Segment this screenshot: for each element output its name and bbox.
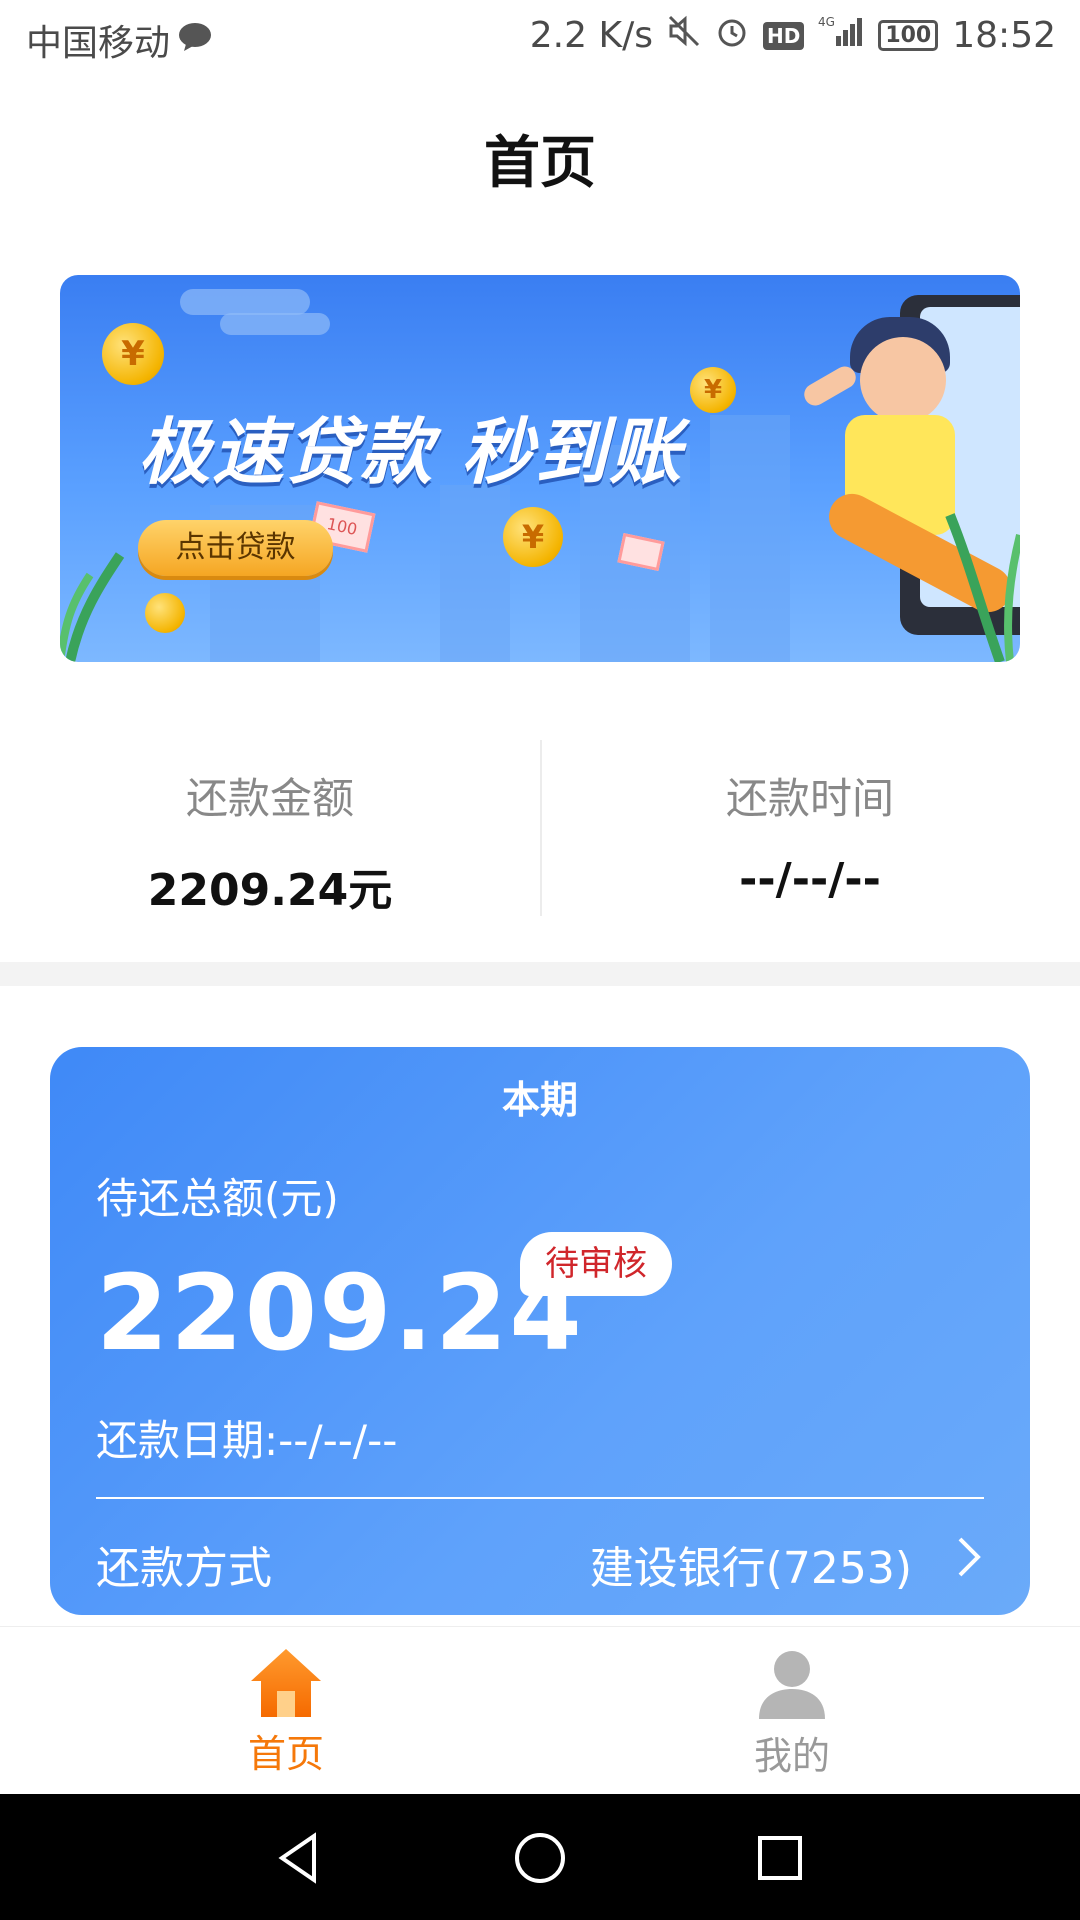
- mute-icon: [667, 14, 701, 57]
- amount-label: 还款金额: [185, 774, 354, 823]
- coin-icon: ¥: [690, 367, 736, 413]
- user-icon: [755, 1647, 829, 1721]
- chat-notification-icon: [178, 20, 212, 61]
- time-summary: 还款时间 --/--/--: [540, 735, 1080, 905]
- home-circle-icon[interactable]: [512, 1830, 568, 1886]
- tab-home-label: 首页: [247, 1732, 324, 1776]
- summary-divider: [540, 740, 542, 916]
- current-period-card: 本期 待还总额(元) 2209.24 待审核 还款日期:--/--/-- 还款方…: [50, 1047, 1030, 1615]
- time-label: 还款时间: [725, 774, 894, 823]
- leaf-icon: [945, 513, 1020, 662]
- leaf-icon: [60, 552, 125, 662]
- time-value: --/--/--: [739, 854, 881, 905]
- pending-total-amount: 2209.24: [96, 1252, 584, 1374]
- amount-summary: 还款金额 2209.24元: [0, 735, 540, 918]
- status-left: 中国移动: [26, 14, 212, 66]
- home-icon: [249, 1645, 323, 1719]
- signal-icon: 4G: [818, 14, 864, 57]
- coin-icon: [145, 593, 185, 633]
- status-badge: 待审核: [520, 1232, 672, 1296]
- coin-icon: ¥: [102, 323, 164, 385]
- chevron-right-icon: [954, 1535, 984, 1591]
- tab-mine-label: 我的: [753, 1734, 830, 1778]
- repayment-method-label: 还款方式: [96, 1543, 272, 1594]
- section-divider: [0, 962, 1080, 986]
- status-right: 2.2 K/s HD 4G 100 18:52: [530, 14, 1056, 57]
- back-icon[interactable]: [272, 1830, 328, 1886]
- hd-icon: HD: [762, 21, 805, 50]
- page-title: 首页: [484, 131, 596, 196]
- due-date: 还款日期:--/--/--: [96, 1416, 398, 1465]
- apply-loan-button[interactable]: 点击贷款: [138, 520, 333, 576]
- pending-total-label: 待还总额(元): [96, 1174, 339, 1223]
- card-divider: [96, 1497, 984, 1499]
- card-title: 本期: [501, 1078, 578, 1122]
- network-speed: 2.2 K/s: [529, 15, 653, 56]
- alarm-icon: [715, 14, 749, 57]
- recents-icon[interactable]: [752, 1830, 808, 1886]
- repayment-method-value: 建设银行(7253): [589, 1543, 912, 1594]
- system-nav-bar: [0, 1794, 1080, 1920]
- promo-banner[interactable]: ¥ ¥ ¥ 100 极速贷款 秒到账 点击贷款: [60, 275, 1020, 662]
- banner-headline: 极速贷款 秒到账: [138, 410, 684, 494]
- coin-icon: ¥: [503, 507, 563, 567]
- clock: 18:52: [952, 15, 1056, 56]
- amount-value: 2209.24元: [147, 865, 393, 916]
- tab-home[interactable]: 首页: [186, 1627, 386, 1778]
- carrier-label: 中国移动: [26, 23, 171, 64]
- status-bar: 中国移动 2.2 K/s HD 4G 100 18:52: [0, 0, 1080, 74]
- bottom-tab-bar: 首页 我的: [0, 1626, 1080, 1795]
- svg-text:4G: 4G: [818, 15, 835, 29]
- battery-icon: 100: [878, 20, 939, 51]
- tab-mine[interactable]: 我的: [692, 1627, 892, 1780]
